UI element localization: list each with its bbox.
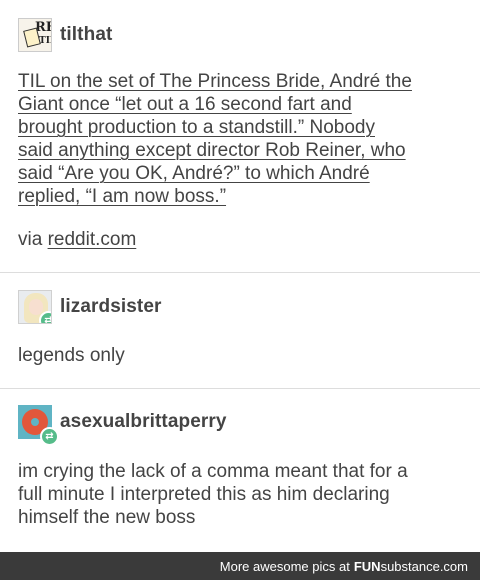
username[interactable]: tilthat xyxy=(60,24,112,46)
avatar-lizardsister[interactable]: ⇄ xyxy=(18,290,52,324)
footer-brand-rest: substance.com xyxy=(380,558,468,574)
via-label: via xyxy=(18,229,43,250)
avatar-tilthat[interactable]: REI TIL xyxy=(18,18,52,52)
post-line: legends only xyxy=(18,345,125,366)
source-link[interactable]: reddit.com xyxy=(48,229,137,250)
post-header: REI TIL tilthat xyxy=(18,18,112,52)
post-body: legends only xyxy=(18,344,473,367)
avatar-dot xyxy=(31,418,39,426)
post-header: ⇄ asexualbrittaperry xyxy=(18,405,227,446)
avatar-logo-sub: TIL xyxy=(39,36,51,46)
avatar-face xyxy=(29,299,43,315)
reblog-icon: ⇄ xyxy=(39,311,51,323)
post-line: TIL on the set of The Princess Bride, An… xyxy=(18,71,412,92)
post-line: said “Are you OK, André?” to which André xyxy=(18,163,370,184)
post-body: im crying the lack of a comma meant that… xyxy=(18,460,473,529)
divider xyxy=(0,272,480,273)
post-link-text[interactable]: TIL on the set of The Princess Bride, An… xyxy=(18,71,412,207)
username[interactable]: asexualbrittaperry xyxy=(60,411,227,433)
source-line: via reddit.com xyxy=(18,228,473,251)
footer-banner[interactable]: More awesome pics at FUN substance.com xyxy=(0,552,480,580)
footer-brand-bold: FUN xyxy=(353,558,381,574)
reblog-icon: ⇄ xyxy=(40,427,59,446)
post-line: brought production to a standstill.” Nob… xyxy=(18,117,375,138)
footer-prefix: More awesome pics at xyxy=(219,558,350,574)
username[interactable]: lizardsister xyxy=(60,296,162,318)
post-header: ⇄ lizardsister xyxy=(18,290,162,324)
post-line: im crying the lack of a comma meant that… xyxy=(18,461,408,482)
avatar-asexualbrittaperry[interactable]: ⇄ xyxy=(18,405,59,446)
post-body[interactable]: TIL on the set of The Princess Bride, An… xyxy=(18,70,473,208)
divider xyxy=(0,388,480,389)
post-line: full minute I interpreted this as him de… xyxy=(18,484,390,505)
post-line: Giant once “let out a 16 second fart and xyxy=(18,94,352,115)
post-line: replied, “I am now boss.” xyxy=(18,186,227,207)
post-line: himself the new boss xyxy=(18,507,196,528)
post-line: said anything except director Rob Reiner… xyxy=(18,140,406,161)
